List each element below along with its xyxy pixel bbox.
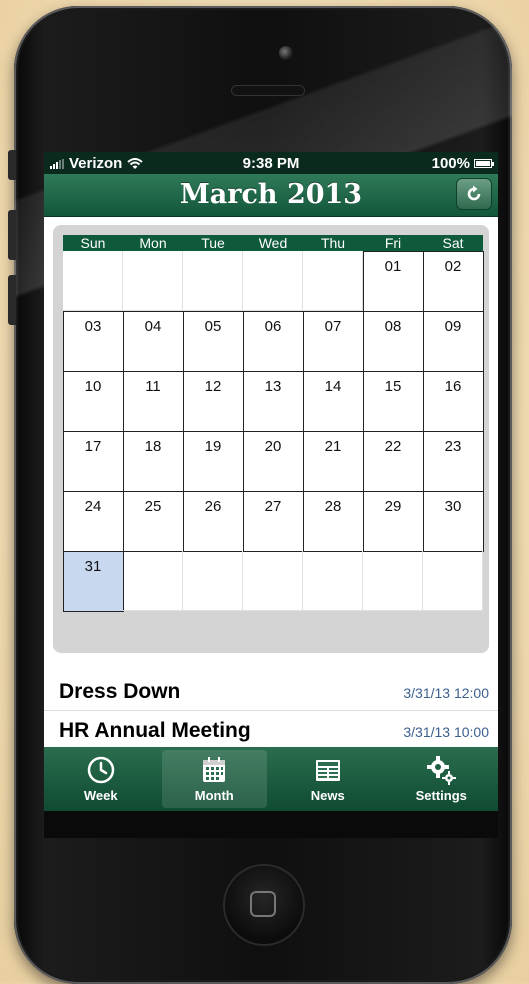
calendar-day-cell[interactable]: 25 (122, 490, 184, 552)
calendar-empty-cell (303, 251, 363, 311)
weekday-fri: Fri (384, 235, 402, 251)
calendar-empty-cell (243, 251, 303, 311)
tab-settings-label: Settings (415, 788, 467, 803)
gears-icon (427, 756, 457, 785)
screen-bezel-edge (44, 811, 498, 838)
volume-down-button (8, 275, 16, 325)
calendar-grid: 01 02 03 04 05 06 07 08 09 10 11 12 13 14 15 16 17 18 19 20… (62, 250, 484, 612)
status-bar: Verizon 9:38 PM 100% (44, 152, 498, 174)
refresh-icon (467, 185, 481, 201)
calendar-day-cell[interactable]: 17 (62, 430, 124, 492)
weekday-tue: Tue (201, 235, 225, 251)
calendar-day-cell[interactable]: 10 (62, 370, 124, 432)
calendar-day-cell[interactable]: 30 (422, 490, 484, 552)
tab-news[interactable]: News (271, 747, 385, 811)
clock-icon (87, 756, 114, 784)
event-time: 3/31/13 12:00 (403, 685, 489, 701)
tab-week-label: Week (83, 788, 118, 803)
event-time: 3/31/13 10:00 (403, 724, 489, 740)
calendar-day-cell[interactable]: 19 (182, 430, 244, 492)
volume-up-button (8, 210, 16, 260)
calendar-day-cell[interactable]: 31 (62, 550, 124, 612)
battery-percent: 100% (431, 155, 470, 172)
weekday-thu: Thu (320, 235, 346, 251)
tab-bar: Week Month News Settings (44, 747, 498, 811)
page-title: March 2013 (179, 179, 363, 210)
event-list: Dress Down 3/31/13 12:00 HR Annual Meeti… (44, 672, 498, 750)
calendar-empty-cell (123, 551, 183, 611)
calendar-empty-cell (363, 551, 423, 611)
calendar-day-cell[interactable]: 22 (362, 430, 424, 492)
home-square-icon (250, 891, 276, 917)
earpiece-speaker (232, 86, 304, 95)
weekday-wed: Wed (258, 235, 288, 251)
calendar-day-cell[interactable]: 01 (362, 250, 424, 312)
event-row[interactable]: HR Annual Meeting 3/31/13 10:00 (44, 711, 498, 750)
calendar-day-cell[interactable]: 07 (302, 310, 364, 372)
calendar-day-cell[interactable]: 14 (302, 370, 364, 432)
calendar-day-cell[interactable]: 27 (242, 490, 304, 552)
app-screen: Verizon 9:38 PM 100% March 2013 Sun Mon … (44, 152, 498, 838)
calendar-empty-cell (423, 551, 483, 611)
calendar-empty-cell (183, 551, 243, 611)
calendar-empty-cell (303, 551, 363, 611)
calendar-empty-cell (63, 251, 123, 311)
event-title: Dress Down (59, 680, 181, 703)
calendar-day-cell[interactable]: 20 (242, 430, 304, 492)
status-time: 9:38 PM (242, 155, 300, 172)
calendar-day-cell[interactable]: 12 (182, 370, 244, 432)
battery-icon (474, 159, 494, 168)
calendar-day-cell[interactable]: 15 (362, 370, 424, 432)
weekday-sun: Sun (80, 235, 106, 251)
event-row[interactable]: Dress Down 3/31/13 12:00 (44, 672, 498, 711)
calendar-empty-cell (243, 551, 303, 611)
calendar-day-cell[interactable]: 09 (422, 310, 484, 372)
calendar-day-cell[interactable]: 08 (362, 310, 424, 372)
calendar-day-cell[interactable]: 24 (62, 490, 124, 552)
refresh-button[interactable] (456, 178, 492, 210)
calendar-day-cell[interactable]: 02 (422, 250, 484, 312)
calendar-empty-cell (123, 251, 183, 311)
weekday-header: Sun Mon Tue Wed Thu Fri Sat (63, 235, 483, 251)
event-title: HR Annual Meeting (59, 719, 251, 742)
calendar-day-cell[interactable]: 18 (122, 430, 184, 492)
calendar-day-cell[interactable]: 21 (302, 430, 364, 492)
newspaper-icon (315, 760, 340, 781)
calendar-empty-cell (183, 251, 243, 311)
calendar-day-cell[interactable]: 06 (242, 310, 304, 372)
home-button[interactable] (225, 866, 303, 944)
weekday-sat: Sat (442, 235, 464, 251)
tab-settings[interactable]: Settings (385, 747, 499, 811)
tab-month-label: Month (194, 788, 234, 803)
calendar-day-cell[interactable]: 26 (182, 490, 244, 552)
weekday-mon: Mon (139, 235, 167, 251)
calendar-day-cell[interactable]: 28 (302, 490, 364, 552)
tab-month[interactable]: Month (158, 747, 272, 811)
calendar-day-cell[interactable]: 16 (422, 370, 484, 432)
calendar-icon (203, 757, 226, 782)
navigation-bar: March 2013 (44, 174, 498, 217)
tab-week[interactable]: Week (44, 747, 158, 811)
calendar-day-cell[interactable]: 05 (182, 310, 244, 372)
tab-news-label: News (310, 788, 345, 803)
calendar-day-cell[interactable]: 29 (362, 490, 424, 552)
mute-switch (8, 150, 16, 180)
calendar-day-cell[interactable]: 04 (122, 310, 184, 372)
calendar-day-cell[interactable]: 03 (62, 310, 124, 372)
calendar-day-cell[interactable]: 13 (242, 370, 304, 432)
calendar-panel: Sun Mon Tue Wed Thu Fri Sat 01 02 03 04 05 06… (53, 225, 489, 653)
front-camera (279, 46, 293, 60)
calendar-day-cell[interactable]: 11 (122, 370, 184, 432)
calendar-day-cell[interactable]: 23 (422, 430, 484, 492)
